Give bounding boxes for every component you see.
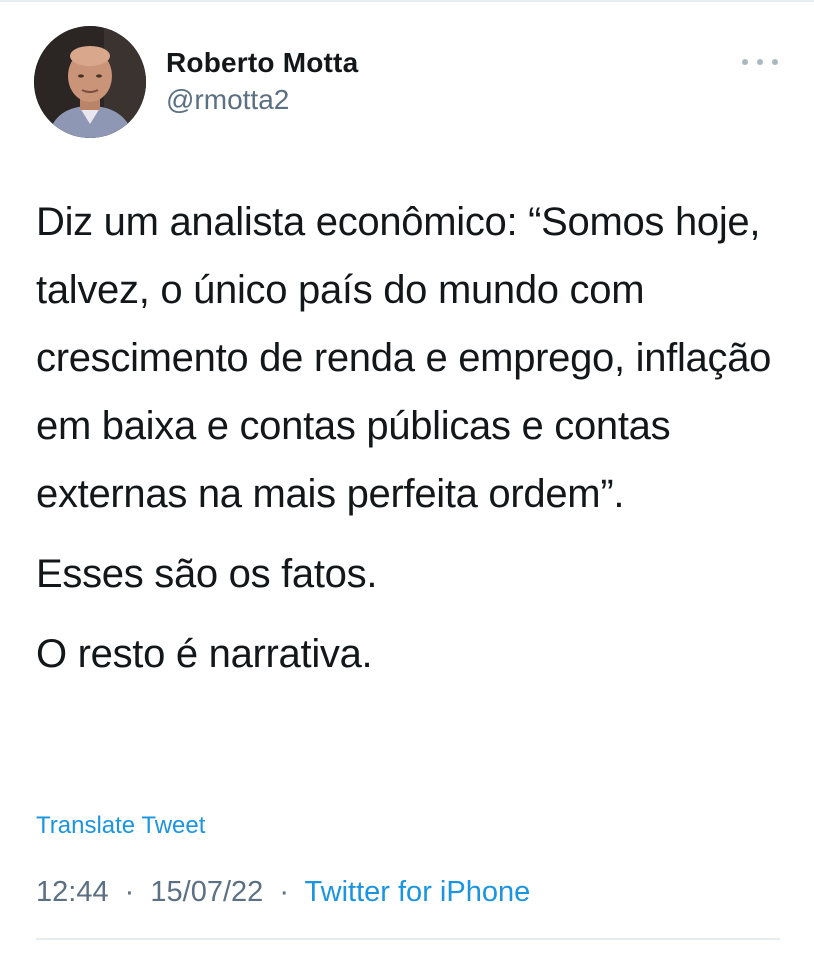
tweet-date[interactable]: 15/07/22: [150, 876, 263, 908]
bottom-divider: [36, 938, 780, 940]
tweet-metadata: 12:44 · 15/07/22 · Twitter for iPhone: [36, 872, 530, 912]
more-dot: [757, 59, 763, 65]
tweet-text: Diz um analista econômico: “Somos hoje, …: [36, 188, 796, 688]
more-options-icon[interactable]: [742, 54, 778, 70]
tweet-header: Roberto Motta @rmotta2: [34, 26, 784, 138]
translate-tweet-link[interactable]: Translate Tweet: [36, 810, 205, 842]
avatar[interactable]: [34, 26, 146, 138]
avatar-image: [34, 26, 146, 138]
author-handle[interactable]: @rmotta2: [166, 82, 358, 118]
meta-separator: ·: [279, 876, 289, 908]
tweet-paragraph: Diz um analista econômico: “Somos hoje, …: [36, 200, 772, 516]
more-dot: [742, 59, 748, 65]
tweet: Roberto Motta @rmotta2 Diz um analista e…: [0, 0, 814, 960]
meta-separator: ·: [124, 876, 135, 908]
tweet-paragraph: O resto é narrativa.: [36, 632, 373, 676]
tweet-paragraph: Esses são os fatos.: [36, 552, 378, 596]
tweet-source-link[interactable]: Twitter for iPhone: [305, 876, 531, 908]
more-dot: [772, 59, 778, 65]
author-names: Roberto Motta @rmotta2: [166, 46, 358, 118]
tweet-time[interactable]: 12:44: [36, 876, 109, 908]
author-display-name[interactable]: Roberto Motta: [166, 46, 358, 80]
